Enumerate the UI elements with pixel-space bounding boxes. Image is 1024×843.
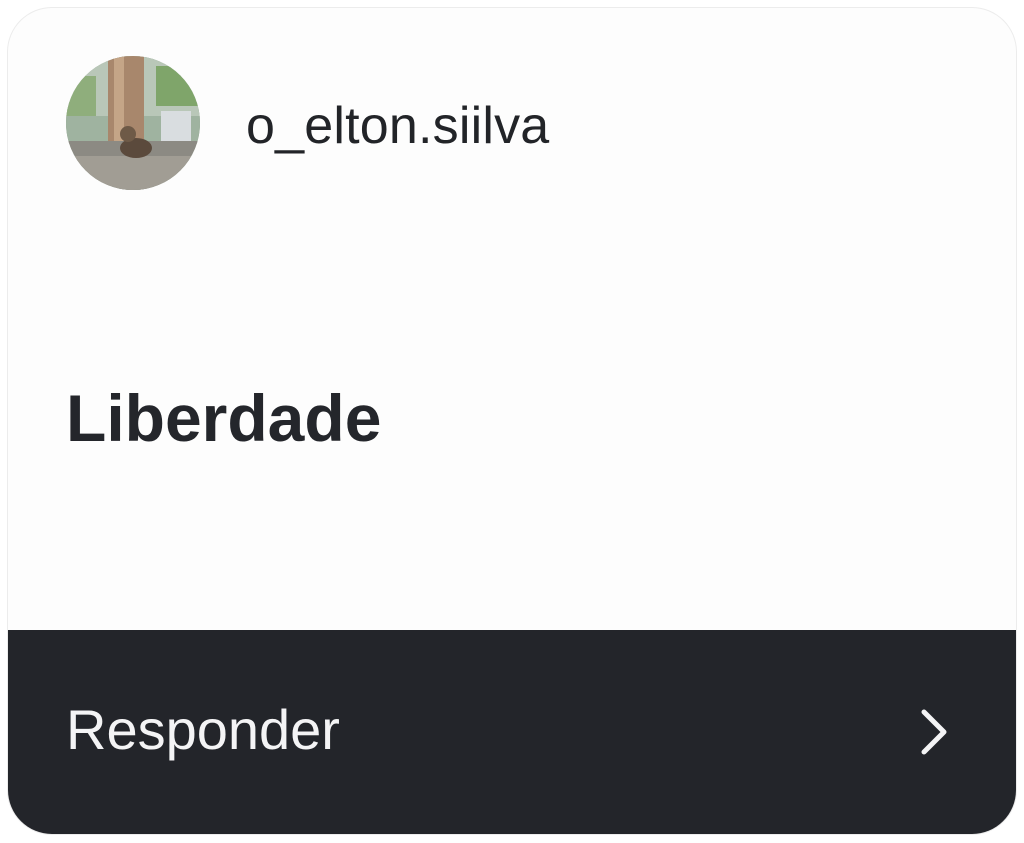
username[interactable]: o_elton.siilva	[246, 96, 549, 156]
card-header: o_elton.siilva	[8, 8, 1016, 258]
message-text: Liberdade	[66, 381, 382, 455]
chevron-right-icon	[921, 709, 947, 755]
avatar-photo	[66, 56, 200, 190]
avatar[interactable]	[66, 56, 200, 190]
reply-label: Responder	[66, 698, 340, 761]
reply-button[interactable]: Responder	[8, 630, 1016, 834]
story-reply-card: o_elton.siilva Liberdade Responder	[8, 8, 1016, 834]
